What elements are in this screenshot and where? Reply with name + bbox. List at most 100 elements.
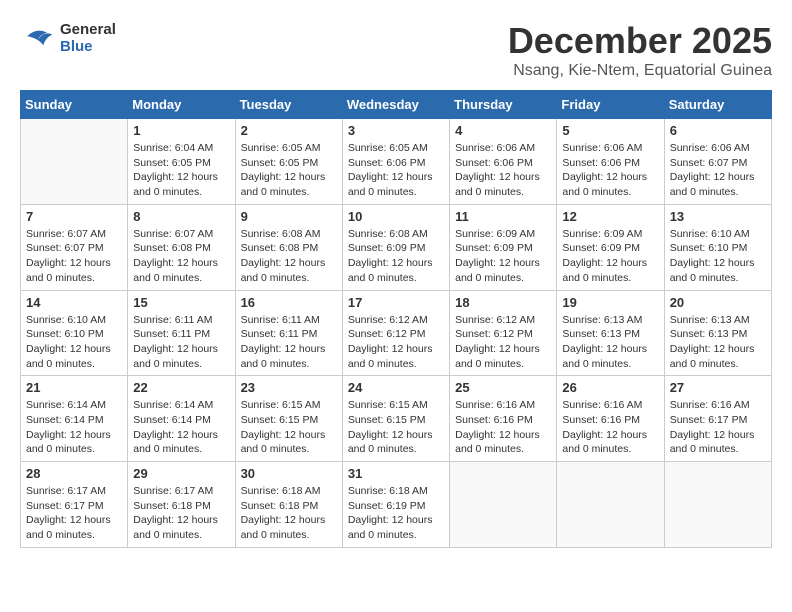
day-info: Sunrise: 6:10 AMSunset: 6:10 PMDaylight:…: [670, 227, 766, 286]
calendar-cell: 27 Sunrise: 6:16 AMSunset: 6:17 PMDayligh…: [664, 376, 771, 462]
day-info: Sunrise: 6:09 AMSunset: 6:09 PMDaylight:…: [562, 227, 658, 286]
calendar-day-header: Monday: [128, 91, 235, 119]
day-info: Sunrise: 6:16 AMSunset: 6:17 PMDaylight:…: [670, 398, 766, 457]
day-number: 19: [562, 295, 658, 310]
day-number: 16: [241, 295, 337, 310]
day-number: 17: [348, 295, 444, 310]
calendar-cell: 21 Sunrise: 6:14 AMSunset: 6:14 PMDayligh…: [21, 376, 128, 462]
day-info: Sunrise: 6:16 AMSunset: 6:16 PMDaylight:…: [455, 398, 551, 457]
day-info: Sunrise: 6:18 AMSunset: 6:19 PMDaylight:…: [348, 484, 444, 543]
logo: General Blue: [20, 20, 116, 56]
calendar-day-header: Wednesday: [342, 91, 449, 119]
calendar-cell: 1 Sunrise: 6:04 AMSunset: 6:05 PMDaylight…: [128, 119, 235, 205]
day-info: Sunrise: 6:08 AMSunset: 6:09 PMDaylight:…: [348, 227, 444, 286]
day-info: Sunrise: 6:14 AMSunset: 6:14 PMDaylight:…: [26, 398, 122, 457]
day-info: Sunrise: 6:12 AMSunset: 6:12 PMDaylight:…: [348, 313, 444, 372]
day-info: Sunrise: 6:17 AMSunset: 6:17 PMDaylight:…: [26, 484, 122, 543]
day-number: 27: [670, 380, 766, 395]
day-info: Sunrise: 6:07 AMSunset: 6:08 PMDaylight:…: [133, 227, 229, 286]
calendar-cell: [450, 462, 557, 548]
day-number: 18: [455, 295, 551, 310]
day-info: Sunrise: 6:06 AMSunset: 6:06 PMDaylight:…: [455, 141, 551, 200]
location-title: Nsang, Kie-Ntem, Equatorial Guinea: [508, 62, 772, 80]
day-number: 1: [133, 123, 229, 138]
day-number: 14: [26, 295, 122, 310]
day-info: Sunrise: 6:11 AMSunset: 6:11 PMDaylight:…: [133, 313, 229, 372]
day-number: 24: [348, 380, 444, 395]
calendar-cell: 5 Sunrise: 6:06 AMSunset: 6:06 PMDaylight…: [557, 119, 664, 205]
logo-icon: [20, 20, 56, 56]
day-number: 5: [562, 123, 658, 138]
page-container: General Blue December 2025 Nsang, Kie-Nt…: [20, 20, 772, 548]
day-number: 30: [241, 466, 337, 481]
day-info: Sunrise: 6:08 AMSunset: 6:08 PMDaylight:…: [241, 227, 337, 286]
day-number: 23: [241, 380, 337, 395]
day-number: 11: [455, 209, 551, 224]
day-info: Sunrise: 6:05 AMSunset: 6:06 PMDaylight:…: [348, 141, 444, 200]
calendar-cell: 23 Sunrise: 6:15 AMSunset: 6:15 PMDayligh…: [235, 376, 342, 462]
day-info: Sunrise: 6:05 AMSunset: 6:05 PMDaylight:…: [241, 141, 337, 200]
day-number: 28: [26, 466, 122, 481]
calendar-cell: 28 Sunrise: 6:17 AMSunset: 6:17 PMDayligh…: [21, 462, 128, 548]
day-number: 26: [562, 380, 658, 395]
calendar-cell: 11 Sunrise: 6:09 AMSunset: 6:09 PMDayligh…: [450, 204, 557, 290]
day-number: 2: [241, 123, 337, 138]
calendar-cell: 24Sunrise: 6:15 AMSunset: 6:15 PMDayligh…: [342, 376, 449, 462]
day-number: 12: [562, 209, 658, 224]
calendar-cell: 18 Sunrise: 6:12 AMSunset: 6:12 PMDayligh…: [450, 290, 557, 376]
day-number: 22: [133, 380, 229, 395]
day-info: Sunrise: 6:15 AMSunset: 6:15 PMDaylight:…: [241, 398, 337, 457]
day-info: Sunrise: 6:06 AMSunset: 6:06 PMDaylight:…: [562, 141, 658, 200]
calendar-cell: 4 Sunrise: 6:06 AMSunset: 6:06 PMDaylight…: [450, 119, 557, 205]
calendar-cell: 30 Sunrise: 6:18 AMSunset: 6:18 PMDayligh…: [235, 462, 342, 548]
calendar-body: 1 Sunrise: 6:04 AMSunset: 6:05 PMDaylight…: [21, 119, 772, 548]
calendar-day-header: Friday: [557, 91, 664, 119]
day-info: Sunrise: 6:09 AMSunset: 6:09 PMDaylight:…: [455, 227, 551, 286]
calendar-cell: 9 Sunrise: 6:08 AMSunset: 6:08 PMDaylight…: [235, 204, 342, 290]
calendar-cell: 13Sunrise: 6:10 AMSunset: 6:10 PMDayligh…: [664, 204, 771, 290]
calendar-cell: 12 Sunrise: 6:09 AMSunset: 6:09 PMDayligh…: [557, 204, 664, 290]
calendar-day-header: Tuesday: [235, 91, 342, 119]
day-number: 21: [26, 380, 122, 395]
calendar-cell: 31Sunrise: 6:18 AMSunset: 6:19 PMDayligh…: [342, 462, 449, 548]
calendar-week-row: 1 Sunrise: 6:04 AMSunset: 6:05 PMDaylight…: [21, 119, 772, 205]
day-info: Sunrise: 6:18 AMSunset: 6:18 PMDaylight:…: [241, 484, 337, 543]
day-info: Sunrise: 6:07 AMSunset: 6:07 PMDaylight:…: [26, 227, 122, 286]
day-number: 3: [348, 123, 444, 138]
day-number: 7: [26, 209, 122, 224]
calendar-day-header: Saturday: [664, 91, 771, 119]
day-number: 4: [455, 123, 551, 138]
calendar-week-row: 7 Sunrise: 6:07 AMSunset: 6:07 PMDaylight…: [21, 204, 772, 290]
day-info: Sunrise: 6:12 AMSunset: 6:12 PMDaylight:…: [455, 313, 551, 372]
day-info: Sunrise: 6:17 AMSunset: 6:18 PMDaylight:…: [133, 484, 229, 543]
header: General Blue December 2025 Nsang, Kie-Nt…: [20, 20, 772, 80]
calendar-cell: 15 Sunrise: 6:11 AMSunset: 6:11 PMDayligh…: [128, 290, 235, 376]
calendar-cell: [21, 119, 128, 205]
calendar-cell: 8 Sunrise: 6:07 AMSunset: 6:08 PMDaylight…: [128, 204, 235, 290]
calendar-cell: 26 Sunrise: 6:16 AMSunset: 6:16 PMDayligh…: [557, 376, 664, 462]
day-number: 10: [348, 209, 444, 224]
calendar-table: SundayMondayTuesdayWednesdayThursdayFrid…: [20, 90, 772, 548]
calendar-header-row: SundayMondayTuesdayWednesdayThursdayFrid…: [21, 91, 772, 119]
calendar-cell: 6Sunrise: 6:06 AMSunset: 6:07 PMDaylight…: [664, 119, 771, 205]
calendar-cell: 16 Sunrise: 6:11 AMSunset: 6:11 PMDayligh…: [235, 290, 342, 376]
day-info: Sunrise: 6:11 AMSunset: 6:11 PMDaylight:…: [241, 313, 337, 372]
day-info: Sunrise: 6:14 AMSunset: 6:14 PMDaylight:…: [133, 398, 229, 457]
day-number: 15: [133, 295, 229, 310]
calendar-cell: 14 Sunrise: 6:10 AMSunset: 6:10 PMDayligh…: [21, 290, 128, 376]
calendar-cell: [664, 462, 771, 548]
day-info: Sunrise: 6:06 AMSunset: 6:07 PMDaylight:…: [670, 141, 766, 200]
day-number: 8: [133, 209, 229, 224]
calendar-day-header: Thursday: [450, 91, 557, 119]
day-info: Sunrise: 6:10 AMSunset: 6:10 PMDaylight:…: [26, 313, 122, 372]
day-number: 25: [455, 380, 551, 395]
day-info: Sunrise: 6:16 AMSunset: 6:16 PMDaylight:…: [562, 398, 658, 457]
calendar-cell: 3 Sunrise: 6:05 AMSunset: 6:06 PMDaylight…: [342, 119, 449, 205]
calendar-week-row: 28 Sunrise: 6:17 AMSunset: 6:17 PMDayligh…: [21, 462, 772, 548]
calendar-cell: 2 Sunrise: 6:05 AMSunset: 6:05 PMDaylight…: [235, 119, 342, 205]
logo-text: General Blue: [60, 21, 116, 55]
day-number: 9: [241, 209, 337, 224]
day-info: Sunrise: 6:04 AMSunset: 6:05 PMDaylight:…: [133, 141, 229, 200]
month-title: December 2025: [508, 20, 772, 62]
calendar-cell: 20Sunrise: 6:13 AMSunset: 6:13 PMDayligh…: [664, 290, 771, 376]
